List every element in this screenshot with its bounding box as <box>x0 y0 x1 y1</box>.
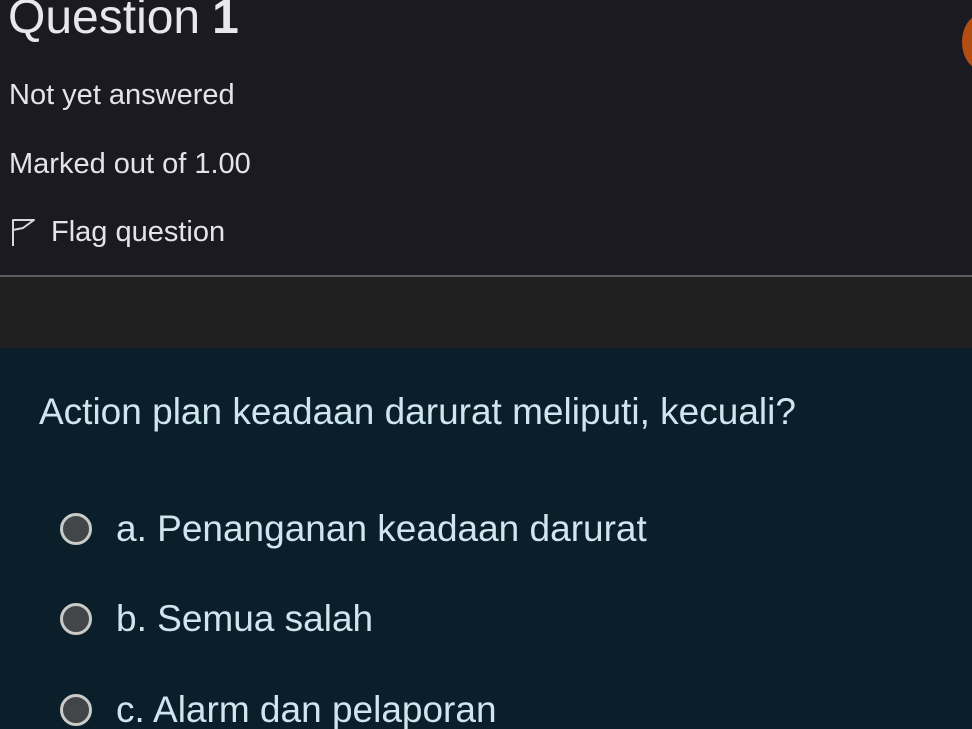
question-content-panel: Action plan keadaan darurat meliputi, ke… <box>0 348 972 729</box>
answer-option-label: c. Alarm dan pelaporan <box>116 689 497 729</box>
question-marks: Marked out of 1.00 <box>9 148 251 180</box>
flag-question-label: Flag question <box>51 216 226 248</box>
radio-unchecked-icon[interactable] <box>60 603 92 635</box>
question-number: 1 <box>212 0 239 44</box>
flag-question-link[interactable]: Flag question <box>9 212 225 252</box>
question-info-panel: Question 1 Not yet answered Marked out of… <box>0 0 972 275</box>
question-state: Not yet answered <box>9 79 235 111</box>
section-gap <box>0 277 972 348</box>
radio-unchecked-icon[interactable] <box>60 694 92 726</box>
flag-icon <box>9 216 39 248</box>
answer-option-label: b. Semua salah <box>116 598 374 639</box>
radio-unchecked-icon[interactable] <box>60 513 92 545</box>
question-label: Question <box>8 0 201 44</box>
question-heading: Question 1 <box>8 0 239 48</box>
answer-option-c[interactable]: c. Alarm dan pelaporan <box>60 688 497 729</box>
answer-option-b[interactable]: b. Semua salah <box>60 597 373 641</box>
answer-option-label: a. Penanganan keadaan darurat <box>116 508 647 549</box>
side-panel-toggle[interactable] <box>962 14 972 70</box>
answer-option-a[interactable]: a. Penanganan keadaan darurat <box>60 507 647 551</box>
question-text: Action plan keadaan darurat meliputi, ke… <box>39 391 796 432</box>
quiz-page: Question 1 Not yet answered Marked out of… <box>0 0 972 729</box>
